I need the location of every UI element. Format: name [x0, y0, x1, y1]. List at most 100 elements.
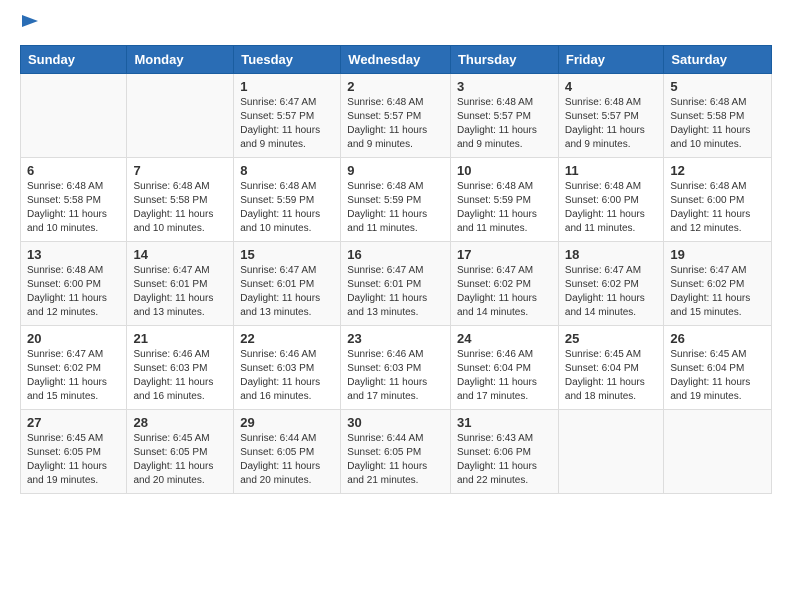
daylight-text: Daylight: 11 hours and 13 minutes. [133, 293, 213, 318]
sunrise-text: Sunrise: 6:48 AM [240, 181, 316, 192]
logo [20, 15, 38, 35]
sunrise-text: Sunrise: 6:46 AM [457, 349, 533, 360]
daylight-text: Daylight: 11 hours and 10 minutes. [670, 125, 750, 150]
day-number: 24 [457, 331, 552, 346]
daylight-text: Daylight: 11 hours and 11 minutes. [457, 209, 537, 234]
header-thursday: Thursday [450, 46, 558, 74]
table-cell: 6 Sunrise: 6:48 AMSunset: 5:58 PMDaylight… [21, 158, 127, 242]
sunrise-text: Sunrise: 6:48 AM [670, 97, 746, 108]
header-friday: Friday [558, 46, 663, 74]
sunrise-text: Sunrise: 6:47 AM [457, 265, 533, 276]
header-monday: Monday [127, 46, 234, 74]
day-number: 4 [565, 79, 657, 94]
sunrise-text: Sunrise: 6:47 AM [240, 97, 316, 108]
sunset-text: Sunset: 5:58 PM [133, 195, 207, 206]
table-cell: 4Sunrise: 6:48 AMSunset: 5:57 PMDaylight… [558, 74, 663, 158]
sunset-text: Sunset: 5:57 PM [457, 111, 531, 122]
daylight-text: Daylight: 11 hours and 19 minutes. [670, 377, 750, 402]
sunset-text: Sunset: 6:01 PM [133, 279, 207, 290]
cell-content: Sunrise: 6:45 AMSunset: 6:04 PMDaylight:… [565, 348, 657, 404]
header-tuesday: Tuesday [234, 46, 341, 74]
sunrise-text: Sunrise: 6:47 AM [670, 265, 746, 276]
sunrise-text: Sunrise: 6:48 AM [347, 97, 423, 108]
cell-content: Sunrise: 6:48 AMSunset: 5:59 PMDaylight:… [457, 180, 552, 236]
sunset-text: Sunset: 6:04 PM [457, 363, 531, 374]
day-number: 26 [670, 331, 765, 346]
day-number: 19 [670, 247, 765, 262]
sunset-text: Sunset: 6:02 PM [670, 279, 744, 290]
day-number: 1 [240, 79, 334, 94]
day-number: 8 [240, 163, 334, 178]
table-cell: 7Sunrise: 6:48 AMSunset: 5:58 PMDaylight… [127, 158, 234, 242]
daylight-text: Daylight: 11 hours and 13 minutes. [347, 293, 427, 318]
cell-content: Sunrise: 6:47 AMSunset: 6:02 PMDaylight:… [27, 348, 120, 404]
table-cell: 26Sunrise: 6:45 AMSunset: 6:04 PMDayligh… [664, 326, 772, 410]
cell-content: Sunrise: 6:47 AMSunset: 5:57 PMDaylight:… [240, 96, 334, 152]
daylight-text: Daylight: 11 hours and 9 minutes. [347, 125, 427, 150]
sunset-text: Sunset: 5:57 PM [347, 111, 421, 122]
calendar-week-row: 20Sunrise: 6:47 AMSunset: 6:02 PMDayligh… [21, 326, 772, 410]
sunset-text: Sunset: 6:03 PM [133, 363, 207, 374]
sunrise-text: Sunrise: 6:43 AM [457, 433, 533, 444]
cell-content: Sunrise: 6:44 AMSunset: 6:05 PMDaylight:… [347, 432, 444, 488]
day-number: 31 [457, 415, 552, 430]
day-number: 28 [133, 415, 227, 430]
sunrise-text: Sunrise: 6:46 AM [240, 349, 316, 360]
table-cell: 30 Sunrise: 6:44 AMSunset: 6:05 PMDayligh… [341, 410, 451, 494]
day-number: 13 [27, 247, 120, 262]
sunrise-text: Sunrise: 6:48 AM [27, 265, 103, 276]
day-number: 10 [457, 163, 552, 178]
daylight-text: Daylight: 11 hours and 12 minutes. [27, 293, 107, 318]
daylight-text: Daylight: 11 hours and 9 minutes. [240, 125, 320, 150]
day-number: 22 [240, 331, 334, 346]
day-number: 21 [133, 331, 227, 346]
daylight-text: Daylight: 11 hours and 11 minutes. [347, 209, 427, 234]
cell-content: Sunrise: 6:45 AMSunset: 6:05 PMDaylight:… [27, 432, 120, 488]
table-cell: 19 Sunrise: 6:47 AM Sunset: 6:02 PM Dayligh… [664, 242, 772, 326]
sunrise-text: Sunrise: 6:48 AM [27, 181, 103, 192]
table-cell: 28Sunrise: 6:45 AMSunset: 6:05 PMDayligh… [127, 410, 234, 494]
cell-content: Sunrise: 6:46 AMSunset: 6:03 PMDaylight:… [347, 348, 444, 404]
cell-content: Sunrise: 6:48 AMSunset: 5:58 PMDaylight:… [27, 180, 120, 236]
day-number: 27 [27, 415, 120, 430]
day-number: 6 [27, 163, 120, 178]
table-cell: 29Sunrise: 6:44 AMSunset: 6:05 PMDayligh… [234, 410, 341, 494]
table-cell: 20Sunrise: 6:47 AMSunset: 6:02 PMDayligh… [21, 326, 127, 410]
sunrise-text: Sunrise: 6:48 AM [457, 181, 533, 192]
sunrise-text: Sunrise: 6:47 AM [347, 265, 423, 276]
daylight-text: Daylight: 11 hours and 10 minutes. [133, 209, 213, 234]
sunset-text: Sunset: 5:57 PM [565, 111, 639, 122]
header [20, 15, 772, 35]
daylight-text: Daylight: 11 hours and 17 minutes. [347, 377, 427, 402]
cell-content: Sunrise: 6:47 AMSunset: 6:02 PMDaylight:… [457, 264, 552, 320]
day-number: 14 [133, 247, 227, 262]
cell-content: Sunrise: 6:44 AMSunset: 6:05 PMDaylight:… [240, 432, 334, 488]
table-cell [127, 74, 234, 158]
sunrise-text: Sunrise: 6:47 AM [565, 265, 641, 276]
cell-content: Sunrise: 6:48 AMSunset: 5:59 PMDaylight:… [347, 180, 444, 236]
sunrise-text: Sunrise: 6:48 AM [133, 181, 209, 192]
daylight-text: Daylight: 11 hours and 15 minutes. [670, 293, 750, 318]
table-cell: 5Sunrise: 6:48 AMSunset: 5:58 PMDaylight… [664, 74, 772, 158]
sunrise-text: Sunrise: 6:46 AM [347, 349, 423, 360]
day-number: 30 [347, 415, 444, 430]
calendar-table: Sunday Monday Tuesday Wednesday Thursday… [20, 45, 772, 494]
day-number: 11 [565, 163, 657, 178]
table-cell: 31Sunrise: 6:43 AMSunset: 6:06 PMDayligh… [450, 410, 558, 494]
sunset-text: Sunset: 6:06 PM [457, 447, 531, 458]
day-number: 23 [347, 331, 444, 346]
daylight-text: Daylight: 11 hours and 17 minutes. [457, 377, 537, 402]
table-cell: 21Sunrise: 6:46 AMSunset: 6:03 PMDayligh… [127, 326, 234, 410]
day-number: 18 [565, 247, 657, 262]
sunset-text: Sunset: 5:58 PM [670, 111, 744, 122]
table-cell: 2Sunrise: 6:48 AMSunset: 5:57 PMDaylight… [341, 74, 451, 158]
table-cell: 10 Sunrise: 6:48 AMSunset: 5:59 PMDayligh… [450, 158, 558, 242]
cell-content: Sunrise: 6:48 AM Sunset: 5:58 PM Daylight:… [670, 96, 765, 152]
cell-content: Sunrise: 6:48 AM Sunset: 5:57 PM Daylight:… [347, 96, 444, 152]
table-cell [21, 74, 127, 158]
sunrise-text: Sunrise: 6:48 AM [565, 181, 641, 192]
daylight-text: Daylight: 11 hours and 13 minutes. [240, 293, 320, 318]
daylight-text: Daylight: 11 hours and 16 minutes. [240, 377, 320, 402]
sunset-text: Sunset: 5:59 PM [240, 195, 314, 206]
sunrise-text: Sunrise: 6:45 AM [27, 433, 103, 444]
